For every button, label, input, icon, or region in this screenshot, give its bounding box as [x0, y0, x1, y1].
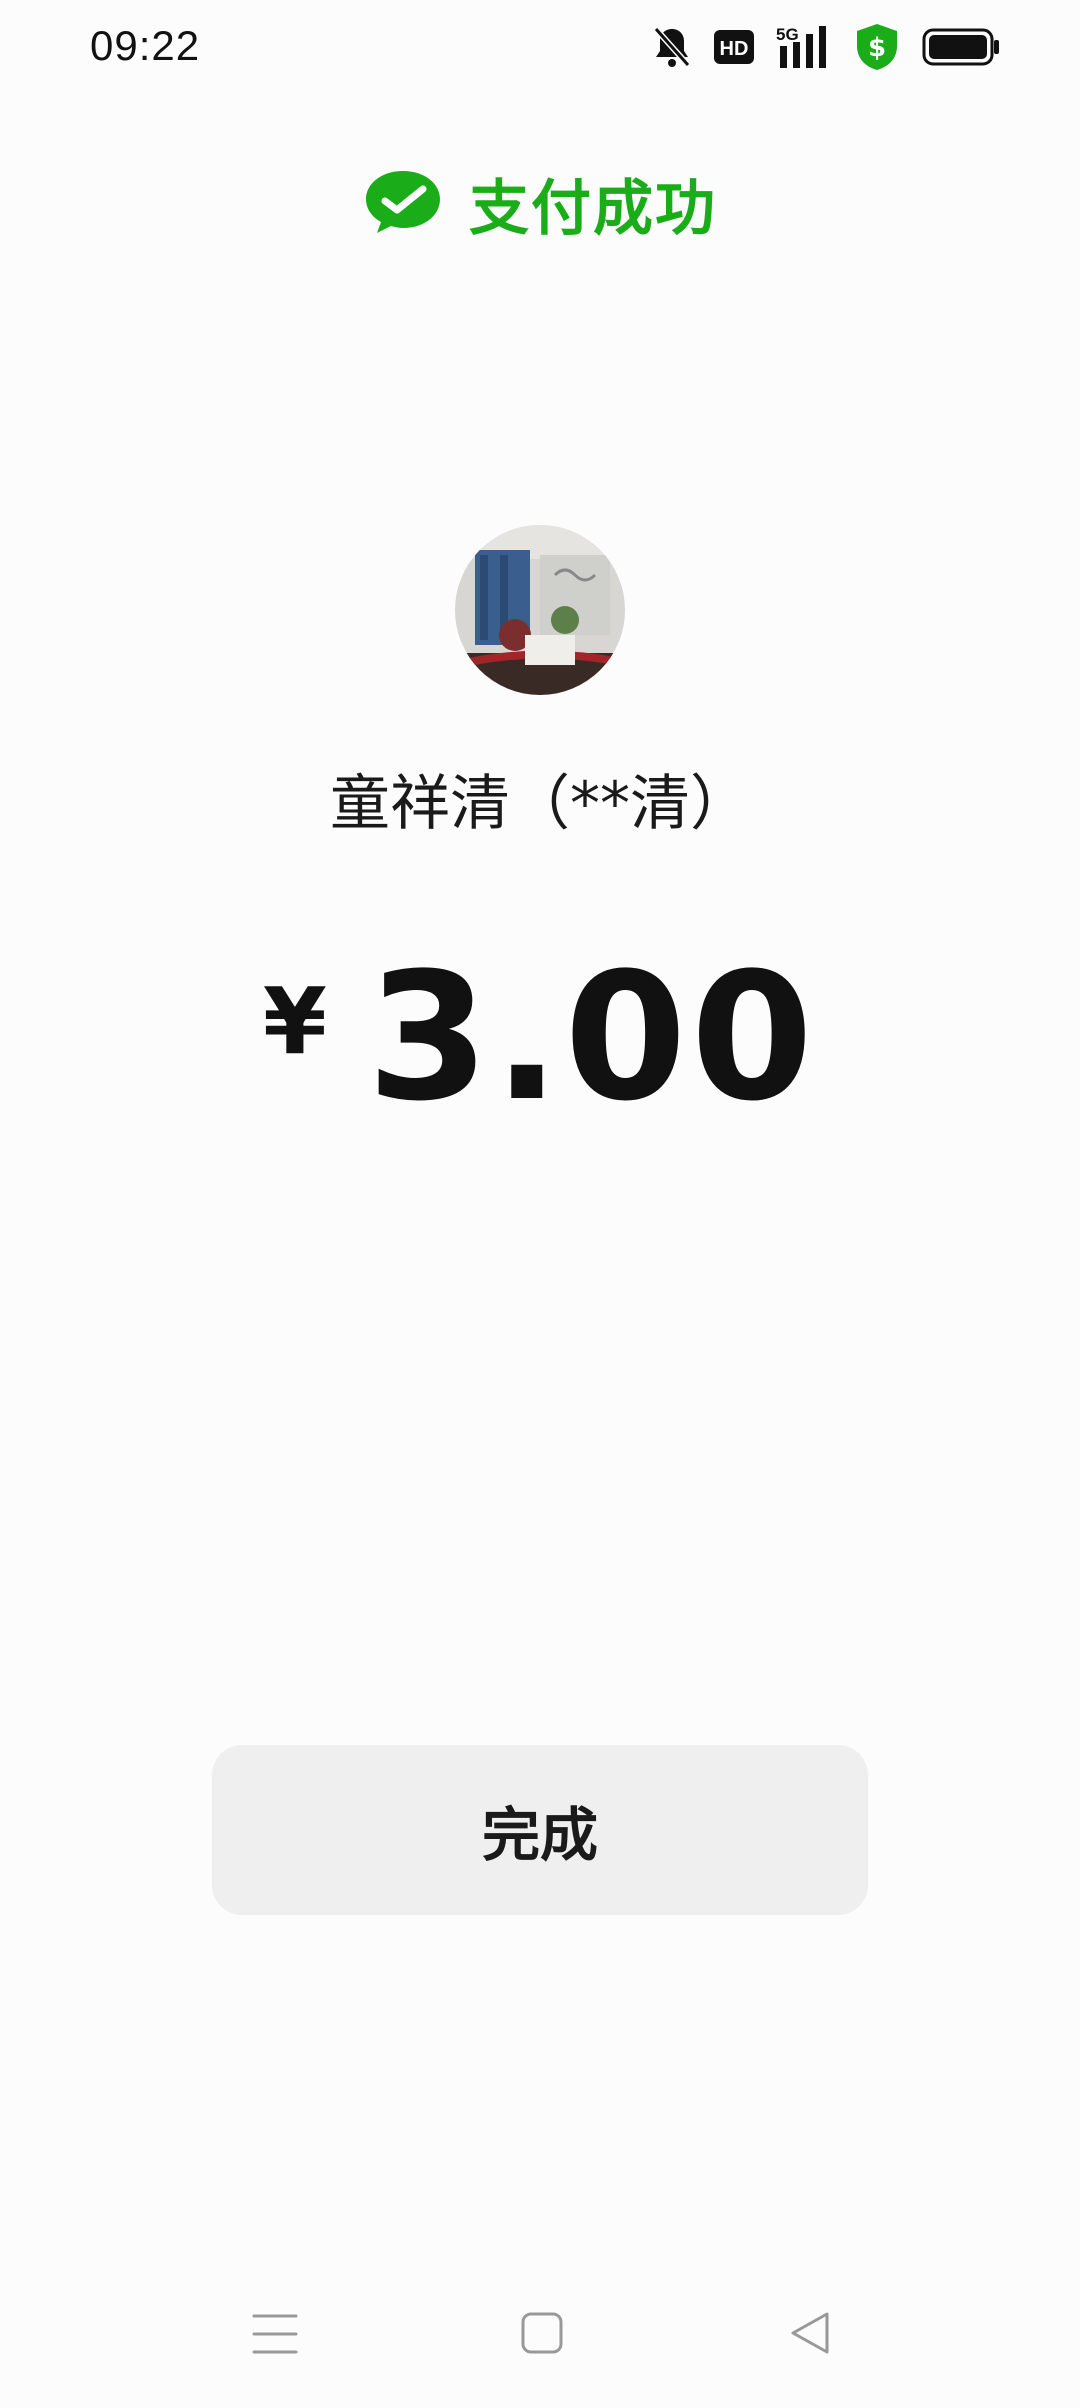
home-icon[interactable]	[507, 2300, 577, 2370]
amount-value: 3.00	[366, 935, 818, 1140]
system-nav-bar	[0, 2300, 1080, 2370]
status-icons: HD 5G $	[652, 22, 1000, 72]
status-time: 09:22	[90, 22, 201, 69]
shield-dollar-icon: $	[854, 22, 900, 72]
svg-text:5G: 5G	[776, 25, 799, 44]
page-title: 支付成功	[469, 174, 717, 244]
payment-success-screen: 09:22 HD 5G $ 支付成功 童祥清（**清） ¥ 3.00 完成	[0, 0, 1080, 2408]
amount: ¥ 3.00	[0, 950, 1080, 1126]
svg-text:$: $	[868, 33, 886, 63]
svg-text:HD: HD	[720, 38, 749, 60]
5g-signal-icon: 5G	[776, 24, 832, 70]
wechat-pay-check-icon	[363, 167, 443, 241]
payee-name: 童祥清（**清）	[330, 769, 750, 839]
payment-success-header: 支付成功	[0, 160, 1080, 247]
bell-muted-icon	[652, 25, 692, 69]
currency-symbol: ¥	[262, 968, 327, 1075]
done-button[interactable]: 完成	[212, 1745, 868, 1915]
menu-icon[interactable]	[240, 2300, 310, 2370]
battery-icon	[922, 28, 1000, 66]
back-icon[interactable]	[775, 2300, 845, 2370]
hd-icon: HD	[714, 30, 754, 64]
avatar	[455, 525, 625, 695]
